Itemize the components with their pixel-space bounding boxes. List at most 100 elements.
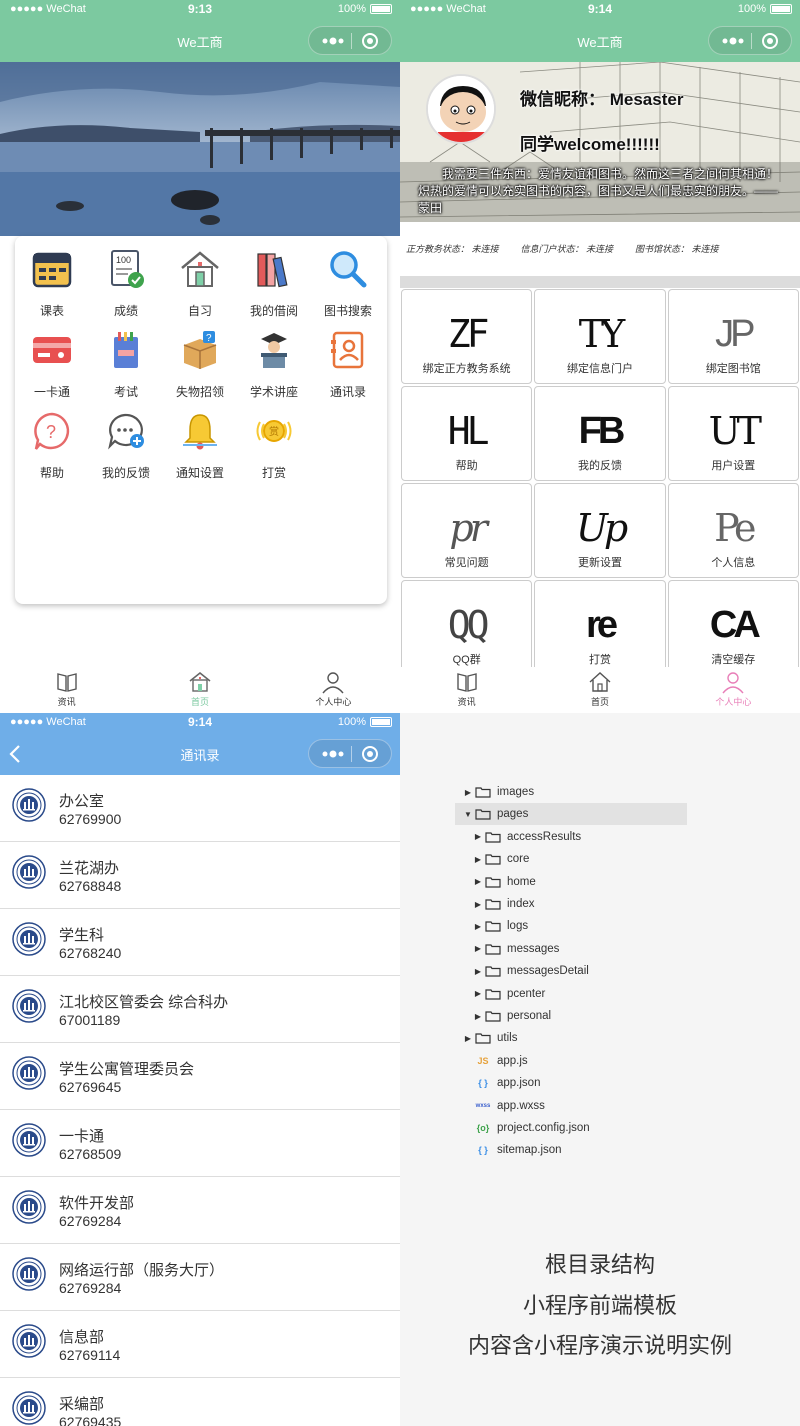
nav-bar: We工商 [400, 20, 800, 62]
grid-item-reward[interactable]: 赏 打赏 [237, 406, 311, 487]
mini-program-capsule[interactable] [708, 26, 792, 55]
grid-item-lost-found[interactable]: ? 失物招领 [163, 325, 237, 406]
folder-node[interactable]: ▶ pcenter [455, 983, 545, 1005]
caption-line-1: 根目录结构 [544, 1252, 655, 1277]
grid-item-schedule[interactable]: 课表 [15, 244, 89, 325]
feature-card: 课表 100 成绩 自习 我的借阅 图书搜索 一卡通 考试 ? 失物招领 学术讲… [15, 236, 387, 604]
mini-program-capsule[interactable] [308, 739, 392, 768]
contact-row[interactable]: 兰花湖办 62768848 [0, 842, 400, 909]
file-node[interactable]: wxss app.wxss [455, 1095, 545, 1117]
folder-node[interactable]: ▶ images [455, 781, 534, 803]
folder-node[interactable]: ▶ index [455, 893, 535, 915]
contact-row[interactable]: 办公室 62769900 [0, 775, 400, 842]
grid-item-lecture[interactable]: 学术讲座 [237, 325, 311, 406]
folder-node[interactable]: ▼ pages [455, 803, 687, 826]
caret-right-icon[interactable]: ▶ [473, 944, 483, 953]
close-mini-program-icon[interactable] [761, 32, 779, 50]
battery-percent: 100% [337, 716, 366, 728]
personal-info-button[interactable]: Pe 个人信息 [667, 483, 799, 578]
grid-item-study[interactable]: 自习 [163, 244, 237, 325]
folder-node[interactable]: ▶ personal [455, 1005, 551, 1027]
library-status: 图书馆状态： 未连接 [635, 244, 719, 254]
nav-bar: We工商 [0, 20, 400, 62]
feedback-button[interactable]: FB 我的反馈 [534, 386, 666, 481]
node-label: images [497, 786, 535, 798]
grid-item-notify-settings[interactable]: 通知设置 [163, 406, 237, 487]
grid-label: 用户设置 [711, 460, 756, 472]
more-icon[interactable] [318, 33, 348, 49]
grid-item-campus-card[interactable]: 一卡通 [15, 325, 89, 406]
caret-right-icon[interactable]: ▶ [473, 855, 483, 864]
update-settings-button[interactable]: Up 更新设置 [534, 483, 666, 578]
close-mini-program-icon[interactable] [361, 32, 379, 50]
close-mini-program-icon[interactable] [361, 745, 379, 763]
folder-node[interactable]: ▶ home [455, 871, 536, 893]
caret-right-icon[interactable]: ▶ [473, 900, 483, 909]
caret-right-icon[interactable]: ▶ [473, 877, 483, 886]
tab-news[interactable]: 资讯 [0, 667, 133, 713]
caret-down-icon[interactable]: ▼ [463, 810, 473, 819]
contact-row[interactable]: 网络运行部（服务大厅） 62769284 [0, 1244, 400, 1311]
more-icon[interactable] [718, 33, 748, 49]
grid-label: 我的反馈 [577, 460, 622, 472]
tab-profile[interactable]: 个人中心 [267, 667, 400, 713]
grid-item-grades[interactable]: 100 成绩 [89, 244, 163, 325]
folder-node[interactable]: ▶ accessResults [455, 826, 581, 848]
faq-button[interactable]: pr 常见问题 [401, 483, 533, 578]
node-label: pcenter [507, 987, 546, 1000]
grid-item-book-search[interactable]: 图书搜索 [311, 244, 385, 325]
tab-label: 资讯 [457, 697, 476, 707]
file-node[interactable]: JS app.js [455, 1050, 527, 1072]
node-label: messagesDetail [507, 965, 589, 978]
battery-icon [370, 4, 392, 14]
tab-news[interactable]: 资讯 [400, 667, 533, 713]
grid-item-feedback[interactable]: 我的反馈 [89, 406, 163, 487]
folder-icon [475, 787, 491, 798]
contact-row[interactable]: 学生科 62768240 [0, 909, 400, 976]
grid-item-borrowing[interactable]: 我的借阅 [237, 244, 311, 325]
folder-node[interactable]: ▶ logs [455, 915, 528, 937]
more-icon[interactable] [318, 746, 348, 762]
grid-item-exam[interactable]: 考试 [89, 325, 163, 406]
folder-node[interactable]: ▶ messages [455, 938, 560, 960]
folder-node[interactable]: ▶ utils [455, 1027, 518, 1049]
contact-row[interactable]: 学生公寓管理委员会 62769645 [0, 1043, 400, 1110]
grid-item-contacts[interactable]: 通讯录 [311, 325, 385, 406]
tab-home[interactable]: 首页 [133, 667, 266, 713]
contact-row[interactable]: 江北校区管委会 综合科办 67001189 [0, 976, 400, 1043]
grid-label: 通讯录 [329, 385, 366, 399]
tab-profile[interactable]: 个人中心 [667, 667, 800, 713]
avatar[interactable] [426, 74, 496, 144]
file-node[interactable]: { } sitemap.json [455, 1139, 561, 1161]
caret-right-icon[interactable]: ▶ [473, 1012, 483, 1021]
folder-icon [485, 899, 501, 910]
monogram-icon: ZF [447, 312, 490, 356]
bind-jwxt-button[interactable]: ZF 绑定正方教务系统 [401, 289, 533, 384]
contact-row[interactable]: 信息部 62769114 [0, 1311, 400, 1378]
qq-group-button[interactable]: QQ QQ群 [401, 580, 533, 675]
bind-portal-button[interactable]: TY 绑定信息门户 [534, 289, 666, 384]
help-button[interactable]: HL 帮助 [401, 386, 533, 481]
contact-row[interactable]: 一卡通 62768509 [0, 1110, 400, 1177]
contact-row[interactable]: 采编部 62769435 [0, 1378, 400, 1426]
caret-right-icon[interactable]: ▶ [473, 832, 483, 841]
mini-program-capsule[interactable] [308, 26, 392, 55]
user-settings-button[interactable]: UT 用户设置 [667, 386, 799, 481]
contact-row[interactable]: 软件开发部 62769284 [0, 1177, 400, 1244]
file-node[interactable]: { } app.json [455, 1072, 540, 1094]
caret-right-icon[interactable]: ▶ [473, 989, 483, 998]
tab-home[interactable]: 首页 [533, 667, 666, 713]
grid-label: 更新设置 [577, 557, 622, 569]
file-node[interactable]: {o} project.config.json [455, 1117, 590, 1139]
folder-node[interactable]: ▶ messagesDetail [455, 960, 589, 982]
grid-item-help[interactable]: ? 帮助 [15, 406, 89, 487]
caret-right-icon[interactable]: ▶ [473, 967, 483, 976]
caret-right-icon[interactable]: ▶ [463, 1034, 473, 1043]
clear-cache-button[interactable]: CA 清空缓存 [667, 580, 799, 675]
reward-button[interactable]: re 打赏 [534, 580, 666, 675]
contact-phone: 62769284 [59, 1280, 122, 1296]
caret-right-icon[interactable]: ▶ [473, 922, 483, 931]
caret-right-icon[interactable]: ▶ [463, 788, 473, 797]
folder-node[interactable]: ▶ core [455, 848, 529, 870]
bind-library-button[interactable]: JP 绑定图书馆 [667, 289, 799, 384]
